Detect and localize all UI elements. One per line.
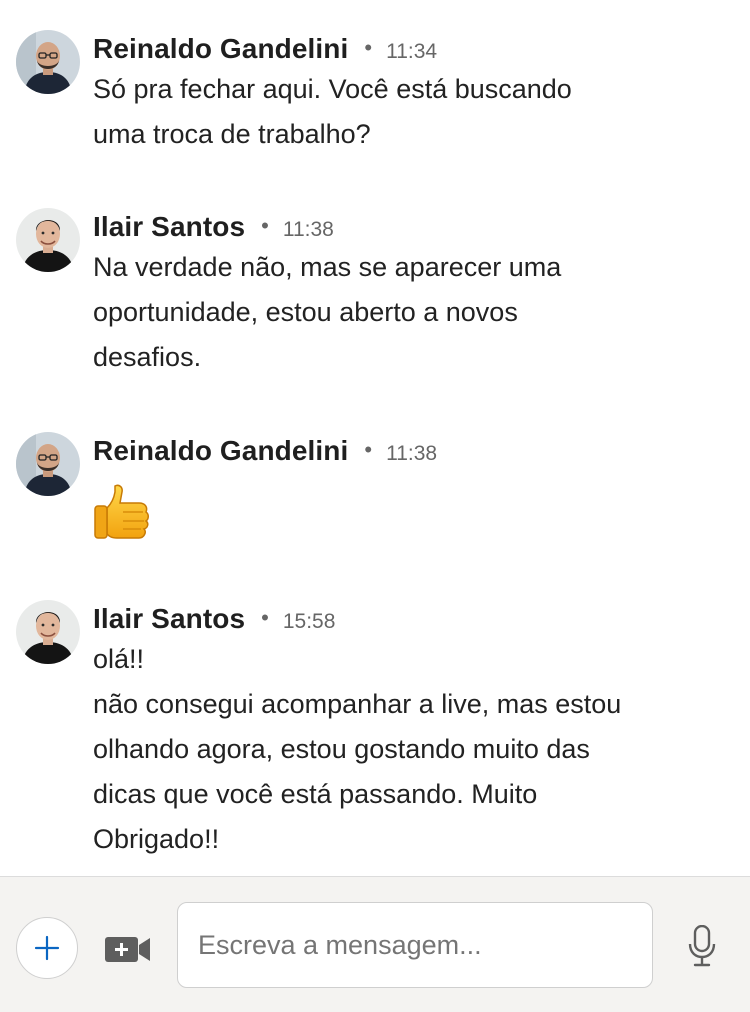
message-line: oportunidade, estou aberto a novos xyxy=(93,297,518,327)
plus-icon xyxy=(34,935,60,961)
message-body: olá!! não consegui acompanhar a live, ma… xyxy=(93,637,713,862)
timestamp: 11:38 xyxy=(282,218,334,241)
timestamp: 11:34 xyxy=(386,40,438,63)
timestamp: 15:58 xyxy=(282,610,336,633)
add-attachment-button[interactable] xyxy=(16,917,78,979)
avatar-reinaldo[interactable] xyxy=(16,432,80,496)
separator-dot: • xyxy=(364,35,373,60)
message-header: Ilair Santos • 15:58 xyxy=(93,603,335,635)
message-input[interactable] xyxy=(177,902,653,988)
message-body: Na verdade não, mas se aparecer uma opor… xyxy=(93,245,713,380)
message-line: olá!! xyxy=(93,644,145,674)
avatar-ilair[interactable] xyxy=(16,208,80,272)
avatar-image xyxy=(16,432,80,496)
message-header: Reinaldo Gandelini • 11:38 xyxy=(93,435,437,467)
video-icon xyxy=(105,937,150,962)
separator-dot: • xyxy=(261,605,269,630)
avatar-image xyxy=(16,208,80,272)
message-composer xyxy=(0,876,750,1012)
message-body: Só pra fechar aqui. Você está buscando u… xyxy=(93,67,713,157)
message-thread: Reinaldo Gandelini • 11:34 Só pra fechar a… xyxy=(0,0,750,876)
voice-message-button[interactable] xyxy=(688,924,716,967)
sender-name[interactable]: Reinaldo Gandelini xyxy=(93,435,348,466)
message-line: Só pra fechar aqui. Você está buscando xyxy=(93,74,572,104)
thumbs-up-icon xyxy=(93,478,157,542)
sender-name[interactable]: Ilair Santos xyxy=(93,211,245,242)
message-line: olhando agora, estou gostando muito das xyxy=(93,734,590,764)
separator-dot: • xyxy=(364,437,373,462)
avatar-reinaldo[interactable] xyxy=(16,30,80,94)
avatar-image xyxy=(16,30,80,94)
avatar-image xyxy=(16,600,80,664)
avatar-ilair[interactable] xyxy=(16,600,80,664)
sender-name[interactable]: Ilair Santos xyxy=(93,603,245,634)
message-line: não consegui acompanhar a live, mas esto… xyxy=(93,689,622,719)
message-line: Obrigado!! xyxy=(93,824,220,854)
timestamp: 11:38 xyxy=(386,442,438,465)
message-header: Ilair Santos • 11:38 xyxy=(93,211,334,243)
message-line: dicas que você está passando. Muito xyxy=(93,779,538,809)
separator-dot: • xyxy=(261,213,269,238)
video-message-button[interactable] xyxy=(104,934,152,964)
message-line: uma troca de trabalho? xyxy=(93,119,371,149)
sender-name[interactable]: Reinaldo Gandelini xyxy=(93,33,348,64)
message-line: Na verdade não, mas se aparecer uma xyxy=(93,252,562,282)
microphone-icon xyxy=(688,924,716,967)
message-header: Reinaldo Gandelini • 11:34 xyxy=(93,33,437,65)
message-line: desafios. xyxy=(93,342,202,372)
